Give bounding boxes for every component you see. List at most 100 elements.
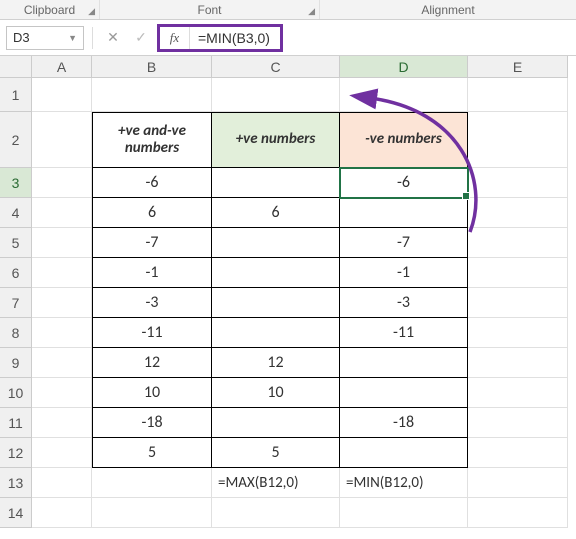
- cell[interactable]: -11: [340, 318, 468, 348]
- ribbon-group-alignment[interactable]: Alignment: [320, 0, 576, 19]
- header-cell[interactable]: +ve and-ve numbers: [92, 112, 212, 168]
- cell[interactable]: [468, 198, 568, 228]
- col-header-B[interactable]: B: [92, 56, 212, 78]
- header-cell[interactable]: -ve numbers: [340, 112, 468, 168]
- cell[interactable]: 10: [212, 378, 340, 408]
- row-header[interactable]: 4: [0, 198, 32, 228]
- row-header[interactable]: 10: [0, 378, 32, 408]
- cell[interactable]: 6: [92, 198, 212, 228]
- formula-input[interactable]: =MIN(B3,0): [190, 30, 280, 46]
- chevron-down-icon[interactable]: ▼: [68, 33, 77, 43]
- cell[interactable]: [468, 112, 568, 168]
- cell[interactable]: [340, 438, 468, 468]
- fx-icon[interactable]: fx: [160, 27, 190, 49]
- row-header[interactable]: 1: [0, 78, 32, 112]
- cell[interactable]: [340, 498, 468, 528]
- cell[interactable]: -3: [340, 288, 468, 318]
- cell[interactable]: [468, 378, 568, 408]
- cell[interactable]: [468, 288, 568, 318]
- cell[interactable]: [212, 228, 340, 258]
- cell[interactable]: -1: [340, 258, 468, 288]
- cell[interactable]: [212, 318, 340, 348]
- col-header-D[interactable]: D: [340, 56, 468, 78]
- row-header[interactable]: 5: [0, 228, 32, 258]
- row-header[interactable]: 12: [0, 438, 32, 468]
- row-header[interactable]: 14: [0, 498, 32, 528]
- cell[interactable]: [32, 468, 92, 498]
- cell[interactable]: [468, 408, 568, 438]
- cell[interactable]: [32, 318, 92, 348]
- col-header-C[interactable]: C: [212, 56, 340, 78]
- cell[interactable]: [92, 468, 212, 498]
- cell[interactable]: [468, 258, 568, 288]
- ribbon-group-font[interactable]: Font ◢: [100, 0, 320, 19]
- cell[interactable]: [32, 78, 92, 112]
- name-box[interactable]: D3 ▼: [6, 26, 84, 50]
- cell[interactable]: -18: [340, 408, 468, 438]
- cell[interactable]: [32, 228, 92, 258]
- row-header[interactable]: 3: [0, 168, 32, 198]
- cell[interactable]: [468, 438, 568, 468]
- cell[interactable]: [32, 198, 92, 228]
- cell[interactable]: [340, 348, 468, 378]
- cell[interactable]: [32, 168, 92, 198]
- row-header[interactable]: 2: [0, 112, 32, 168]
- cell[interactable]: [212, 258, 340, 288]
- ribbon-group-clipboard[interactable]: Clipboard ◢: [0, 0, 100, 19]
- cell[interactable]: [468, 498, 568, 528]
- dialog-launcher-icon[interactable]: ◢: [308, 6, 315, 17]
- formula-cell[interactable]: =MIN(B12,0): [340, 468, 468, 498]
- cell[interactable]: [32, 112, 92, 168]
- cancel-formula-button[interactable]: ✕: [101, 26, 125, 50]
- cell[interactable]: -18: [92, 408, 212, 438]
- col-header-A[interactable]: A: [32, 56, 92, 78]
- cell[interactable]: [340, 378, 468, 408]
- cell[interactable]: [212, 168, 340, 198]
- cell[interactable]: [468, 168, 568, 198]
- cell[interactable]: [92, 78, 212, 112]
- cell[interactable]: 5: [92, 438, 212, 468]
- row-header[interactable]: 6: [0, 258, 32, 288]
- cell[interactable]: [212, 78, 340, 112]
- cell[interactable]: [340, 78, 468, 112]
- cell[interactable]: [32, 438, 92, 468]
- cell[interactable]: -3: [92, 288, 212, 318]
- formula-cell[interactable]: =MAX(B12,0): [212, 468, 340, 498]
- cell[interactable]: [212, 288, 340, 318]
- dialog-launcher-icon[interactable]: ◢: [88, 6, 95, 17]
- cell[interactable]: [32, 348, 92, 378]
- cell[interactable]: 10: [92, 378, 212, 408]
- cell[interactable]: 6: [212, 198, 340, 228]
- row-header[interactable]: 13: [0, 468, 32, 498]
- cell[interactable]: [212, 408, 340, 438]
- cell[interactable]: [468, 318, 568, 348]
- cell[interactable]: -1: [92, 258, 212, 288]
- cell[interactable]: [468, 348, 568, 378]
- cell[interactable]: [32, 498, 92, 528]
- header-cell[interactable]: +ve numbers: [212, 112, 340, 168]
- cell[interactable]: [468, 78, 568, 112]
- cell[interactable]: 12: [92, 348, 212, 378]
- cell[interactable]: [468, 228, 568, 258]
- cell[interactable]: [92, 498, 212, 528]
- cell[interactable]: -7: [340, 228, 468, 258]
- cell[interactable]: [468, 468, 568, 498]
- select-all-corner[interactable]: [0, 56, 32, 78]
- enter-formula-button[interactable]: ✓: [129, 26, 153, 50]
- cell[interactable]: -7: [92, 228, 212, 258]
- row-header[interactable]: 9: [0, 348, 32, 378]
- col-header-E[interactable]: E: [468, 56, 568, 78]
- cell[interactable]: 5: [212, 438, 340, 468]
- cell[interactable]: -11: [92, 318, 212, 348]
- cell[interactable]: [340, 198, 468, 228]
- cell[interactable]: [32, 378, 92, 408]
- row-header[interactable]: 8: [0, 318, 32, 348]
- cell[interactable]: [212, 498, 340, 528]
- cell[interactable]: 12: [212, 348, 340, 378]
- row-header[interactable]: 11: [0, 408, 32, 438]
- cell[interactable]: [32, 408, 92, 438]
- row-header[interactable]: 7: [0, 288, 32, 318]
- cell[interactable]: [32, 258, 92, 288]
- cell-selected[interactable]: -6: [340, 168, 468, 198]
- cell[interactable]: -6: [92, 168, 212, 198]
